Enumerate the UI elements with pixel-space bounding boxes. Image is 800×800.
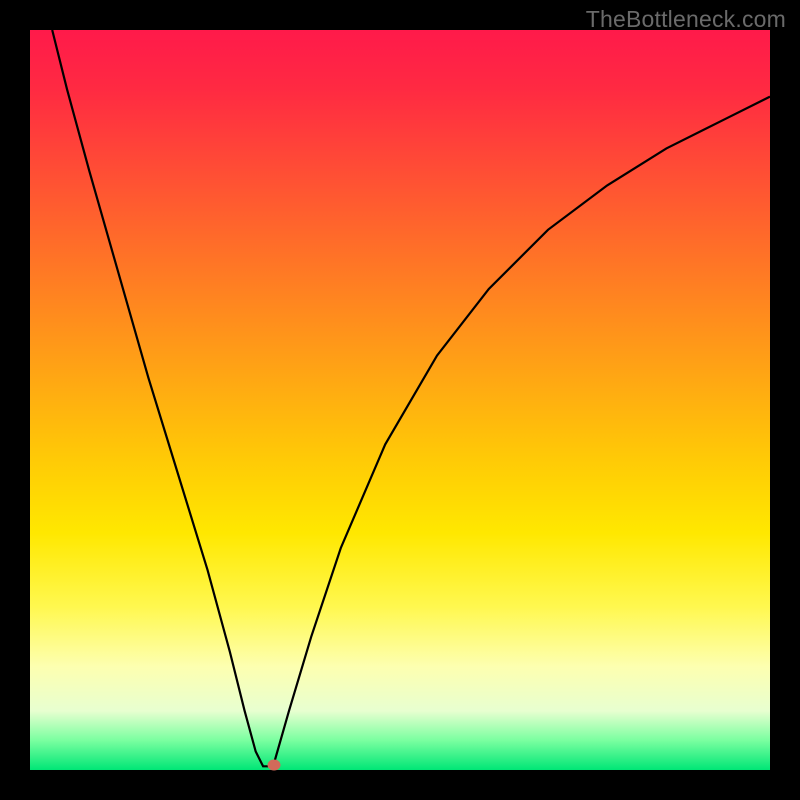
curve-svg	[30, 30, 770, 770]
minimum-marker	[268, 759, 281, 770]
watermark-text: TheBottleneck.com	[586, 6, 786, 33]
chart-frame: TheBottleneck.com	[0, 0, 800, 800]
plot-area	[30, 30, 770, 770]
bottleneck-curve-path	[52, 30, 770, 766]
